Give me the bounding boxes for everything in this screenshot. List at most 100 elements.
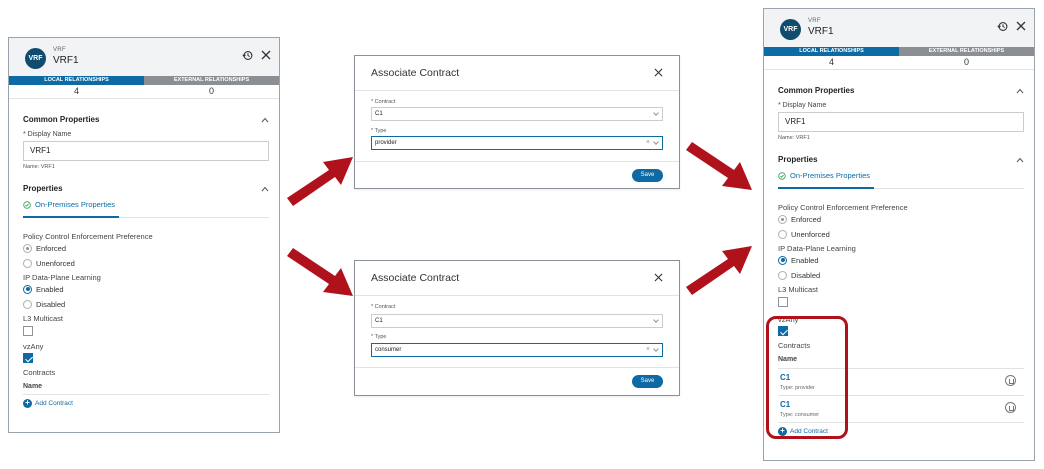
chevron-up-icon[interactable] — [261, 117, 269, 123]
radio-label: Unenforced — [791, 229, 830, 239]
plus-icon: + — [23, 399, 32, 408]
l3-multicast-checkbox[interactable] — [23, 326, 33, 336]
arrow-up-right-icon — [287, 157, 353, 206]
radio-unselected[interactable] — [778, 229, 787, 239]
common-properties-header[interactable]: Common Properties — [23, 115, 269, 124]
save-button[interactable]: Save — [632, 169, 663, 182]
clear-icon[interactable]: × — [646, 344, 650, 356]
radio-selected[interactable] — [778, 255, 787, 265]
name-hint: Name: VRF1 — [778, 135, 810, 141]
associate-contract-dialog-provider: Associate Contract * Contract C1 * Type … — [354, 55, 680, 189]
add-contract-label: Add Contract — [35, 400, 73, 407]
l3-multicast-label: L3 Multicast — [778, 285, 819, 294]
policy-label: Policy Control Enforcement Preference — [778, 203, 908, 212]
ip-learning-label: IP Data-Plane Learning — [778, 244, 856, 253]
radio-unselected[interactable] — [23, 299, 32, 309]
section-title: Properties — [23, 184, 63, 193]
dialog-title: Associate Contract — [371, 67, 460, 79]
object-name: VRF1 — [808, 26, 834, 37]
radio-selected[interactable] — [23, 284, 32, 294]
policy-label: Policy Control Enforcement Preference — [23, 232, 153, 241]
display-name-label: * Display Name — [778, 102, 827, 109]
radio-label: Enabled — [791, 255, 819, 265]
clear-icon[interactable]: × — [646, 137, 650, 149]
radio-enabled[interactable]: Enabled — [23, 282, 269, 296]
display-name-input[interactable]: VRF1 — [778, 112, 1024, 132]
history-icon[interactable] — [997, 21, 1008, 32]
radio-label: Enabled — [36, 284, 64, 294]
radio-enforced[interactable]: Enforced — [23, 241, 269, 255]
vzany-checkbox[interactable] — [23, 353, 33, 363]
vzany-label: vzAny — [23, 342, 44, 351]
chevron-up-icon[interactable] — [261, 186, 269, 192]
display-name-label: * Display Name — [23, 131, 72, 138]
contract-select[interactable]: C1 — [371, 107, 663, 121]
radio-label: Disabled — [36, 299, 66, 309]
tab-on-premises-properties[interactable]: On-Premises Properties — [778, 171, 1024, 180]
history-icon[interactable] — [242, 50, 253, 61]
radio-unenforced[interactable]: Unenforced — [23, 256, 269, 270]
common-properties-header[interactable]: Common Properties — [778, 86, 1024, 95]
object-kind: VRF — [808, 18, 821, 24]
type-value: provider — [375, 140, 397, 146]
type-value: consumer — [375, 347, 402, 353]
radio-unselected[interactable] — [778, 270, 787, 280]
chevron-down-icon — [653, 346, 659, 352]
radio-unselected[interactable] — [23, 258, 32, 268]
contract-label: * Contract — [371, 99, 396, 105]
section-title: Common Properties — [778, 86, 855, 95]
radio-disabled[interactable]: Disabled — [778, 268, 1024, 282]
radio-label: Enforced — [36, 243, 67, 253]
chevron-up-icon[interactable] — [1016, 88, 1024, 94]
chevron-down-icon — [653, 139, 659, 145]
type-select[interactable]: consumer × — [371, 343, 663, 357]
highlight-box — [766, 316, 848, 439]
vrf-icon: VRF — [780, 19, 801, 40]
tab-local-relationships[interactable]: LOCAL RELATIONSHIPS — [9, 76, 144, 85]
trash-icon[interactable] — [1005, 375, 1016, 386]
properties-header[interactable]: Properties — [778, 155, 1024, 164]
tab-local-relationships[interactable]: LOCAL RELATIONSHIPS — [764, 47, 899, 56]
associate-contract-dialog-consumer: Associate Contract * Contract C1 * Type … — [354, 260, 680, 396]
active-tab-indicator — [23, 216, 119, 218]
radio-label: Unenforced — [36, 258, 75, 268]
external-count: 0 — [963, 57, 969, 67]
trash-icon[interactable] — [1005, 402, 1016, 413]
vrf-icon: VRF — [25, 48, 46, 69]
contract-label: * Contract — [371, 304, 396, 310]
radio-selected[interactable] — [778, 214, 787, 224]
display-name-input[interactable]: VRF1 — [23, 141, 269, 161]
add-contract-button[interactable]: + Add Contract — [23, 399, 269, 408]
close-icon[interactable] — [261, 50, 271, 60]
l3-multicast-checkbox[interactable] — [778, 297, 788, 307]
save-button[interactable]: Save — [632, 375, 663, 388]
properties-header[interactable]: Properties — [23, 184, 269, 193]
contract-value: C1 — [375, 318, 383, 324]
local-count: 4 — [73, 86, 79, 96]
radio-unenforced[interactable]: Unenforced — [778, 227, 1024, 241]
tab-on-premises-properties[interactable]: On-Premises Properties — [23, 200, 269, 209]
object-name: VRF1 — [53, 55, 79, 66]
name-hint: Name: VRF1 — [23, 164, 55, 170]
tab-external-relationships[interactable]: EXTERNAL RELATIONSHIPS — [899, 47, 1034, 56]
close-icon[interactable] — [1016, 21, 1026, 31]
radio-enforced[interactable]: Enforced — [778, 212, 1024, 226]
chevron-down-icon — [653, 110, 659, 116]
radio-label: Enforced — [791, 214, 822, 224]
close-icon[interactable] — [654, 68, 663, 77]
radio-label: Disabled — [791, 270, 821, 280]
dialog-title: Associate Contract — [371, 272, 460, 284]
radio-enabled[interactable]: Enabled — [778, 253, 1024, 267]
local-count: 4 — [828, 57, 834, 67]
check-circle-icon — [23, 200, 31, 209]
close-icon[interactable] — [654, 273, 663, 282]
radio-disabled[interactable]: Disabled — [23, 297, 269, 311]
section-title: Common Properties — [23, 115, 100, 124]
check-circle-icon — [778, 171, 786, 180]
active-tab-indicator — [778, 187, 874, 189]
tab-external-relationships[interactable]: EXTERNAL RELATIONSHIPS — [144, 76, 279, 85]
chevron-up-icon[interactable] — [1016, 157, 1024, 163]
contract-select[interactable]: C1 — [371, 314, 663, 328]
type-select[interactable]: provider × — [371, 136, 663, 150]
radio-selected[interactable] — [23, 243, 32, 253]
